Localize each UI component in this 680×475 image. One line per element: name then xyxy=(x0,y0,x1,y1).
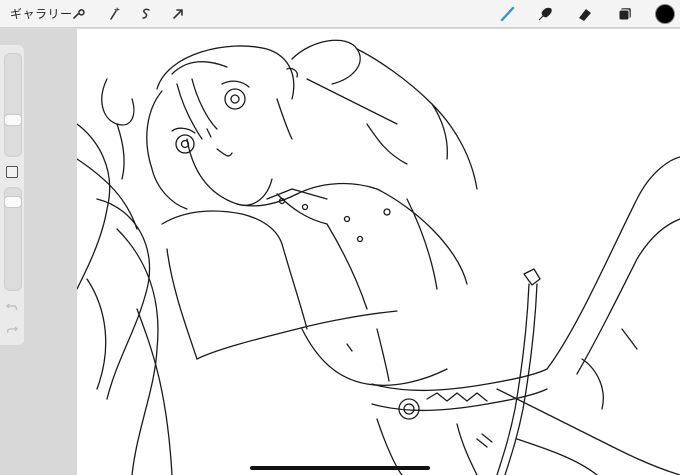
left-sidebar xyxy=(0,45,24,345)
gallery-button[interactable]: ギャラリー xyxy=(10,5,73,22)
top-toolbar: ギャラリー xyxy=(0,0,680,28)
transform-arrow-icon[interactable] xyxy=(168,4,188,24)
smudge-icon[interactable] xyxy=(535,4,555,24)
opacity-slider[interactable] xyxy=(4,187,22,291)
home-indicator xyxy=(250,466,430,470)
drawing-canvas[interactable] xyxy=(77,29,680,475)
layers-icon[interactable] xyxy=(615,4,635,24)
redo-icon[interactable] xyxy=(6,321,18,334)
selection-icon[interactable] xyxy=(136,4,156,24)
eraser-icon[interactable] xyxy=(575,4,595,24)
brush-icon[interactable] xyxy=(498,4,518,24)
magic-wand-icon[interactable] xyxy=(104,4,124,24)
undo-icon[interactable] xyxy=(6,298,18,311)
wrench-icon[interactable] xyxy=(68,4,88,24)
color-swatch-icon[interactable] xyxy=(655,4,675,24)
current-color xyxy=(655,4,675,24)
brush-size-thumb[interactable] xyxy=(4,114,22,126)
opacity-thumb[interactable] xyxy=(4,196,22,208)
brush-size-slider[interactable] xyxy=(4,53,22,157)
square-modify-icon[interactable] xyxy=(6,166,18,178)
line-art-sketch xyxy=(77,39,680,475)
